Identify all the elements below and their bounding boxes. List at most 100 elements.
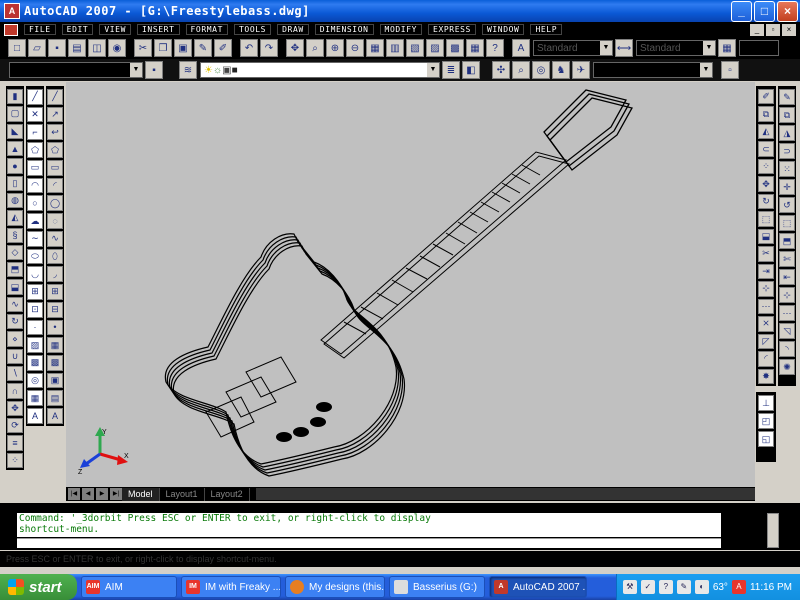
insert-block-icon[interactable]: ⊞: [47, 284, 63, 300]
offset-icon[interactable]: ⊃: [779, 143, 795, 159]
wrench-tray-icon[interactable]: ⚒: [622, 580, 637, 594]
pan-icon[interactable]: ✥: [286, 39, 304, 57]
break-at-point-icon[interactable]: ⊹: [758, 281, 774, 297]
rotate-icon[interactable]: ↻: [758, 193, 774, 210]
3d-array-icon[interactable]: ⁘: [7, 452, 23, 468]
fly-icon[interactable]: ✈: [572, 61, 590, 79]
network-tray-icon[interactable]: ✓: [640, 580, 655, 594]
menu-express[interactable]: Express: [428, 24, 476, 35]
copy-object-icon[interactable]: ⧉: [779, 107, 795, 123]
copy-icon[interactable]: ❐: [154, 39, 172, 57]
menu-modify[interactable]: Modify: [379, 24, 423, 35]
markup-icon[interactable]: ▩: [446, 39, 464, 57]
stretch-icon[interactable]: ⬓: [758, 228, 774, 245]
next-tab-button[interactable]: ▶: [96, 488, 108, 500]
calculator-icon[interactable]: ▦: [466, 39, 484, 57]
task-im-window[interactable]: IM IM with Freaky ...: [181, 576, 281, 598]
zoom-previous-icon[interactable]: ⊖: [346, 39, 364, 57]
donut-icon[interactable]: ◌: [47, 213, 63, 229]
construction-line-icon[interactable]: ✕: [27, 106, 43, 123]
join-icon[interactable]: ⨯: [758, 316, 774, 332]
prev-tab-button[interactable]: ◀: [82, 488, 94, 500]
layer-combo[interactable]: ☀ ☼ ▣ ■ ▼: [200, 62, 440, 78]
ucs-icon[interactable]: ⊥: [758, 395, 774, 411]
command-input[interactable]: [17, 538, 721, 548]
multiline-text-icon[interactable]: A: [27, 408, 43, 424]
wipeout-icon[interactable]: ▤: [47, 390, 63, 407]
hatch-icon[interactable]: ▨: [27, 337, 43, 354]
menu-dimension[interactable]: Dimension: [314, 24, 374, 35]
arc-icon[interactable]: ◜: [47, 177, 63, 194]
break-icon[interactable]: ⋯: [758, 298, 774, 315]
arc-icon[interactable]: ◠: [27, 177, 43, 194]
menu-view[interactable]: View: [99, 24, 132, 35]
publish-icon[interactable]: ◉: [108, 39, 126, 57]
fillet-icon[interactable]: ◝: [779, 341, 795, 357]
task-firefox[interactable]: My designs (this...: [285, 576, 385, 598]
doc-restore-button[interactable]: ▫: [766, 23, 780, 36]
security-tray-icon[interactable]: ✎: [676, 580, 691, 594]
cut-icon[interactable]: ✂: [134, 39, 152, 57]
union-icon[interactable]: ∪: [7, 348, 23, 364]
doc-close-button[interactable]: ×: [782, 23, 796, 36]
menu-draw[interactable]: Draw: [277, 24, 309, 35]
layer-properties-icon[interactable]: ≋: [179, 61, 197, 79]
tab-model[interactable]: Model: [122, 487, 160, 501]
trim-icon[interactable]: ✄: [779, 251, 795, 267]
circle-icon[interactable]: ◯: [47, 195, 63, 212]
last-tab-button[interactable]: ▶|: [110, 488, 122, 500]
view-combo[interactable]: ▼: [593, 62, 713, 78]
3d-move-icon[interactable]: ✥: [7, 400, 23, 416]
pyramid-icon[interactable]: ◭: [7, 210, 23, 226]
spline-icon[interactable]: ∿: [47, 230, 63, 247]
plot-preview-icon[interactable]: ◫: [88, 39, 106, 57]
chamfer-icon[interactable]: ◸: [758, 333, 774, 350]
move-icon[interactable]: ✥: [758, 176, 774, 192]
point-icon[interactable]: ·: [27, 319, 43, 336]
paste-icon[interactable]: ▣: [174, 39, 192, 57]
cone-icon[interactable]: ▲: [7, 140, 23, 157]
ucs-previous-icon[interactable]: ◱: [758, 431, 774, 447]
join-icon[interactable]: ⋯: [779, 305, 795, 321]
boundary-icon[interactable]: ▣: [47, 372, 63, 389]
wedge-icon[interactable]: ◣: [7, 123, 23, 139]
explode-icon[interactable]: ✸: [758, 368, 774, 384]
text-icon[interactable]: A: [47, 408, 63, 424]
menu-insert[interactable]: Insert: [137, 24, 180, 35]
trim-icon[interactable]: ✂: [758, 246, 774, 262]
gradient-icon[interactable]: ▩: [27, 355, 43, 371]
erase-icon[interactable]: ✐: [758, 89, 774, 105]
workspace-settings-icon[interactable]: ▪: [145, 61, 163, 79]
tab-layout1[interactable]: Layout1: [160, 487, 205, 501]
offset-icon[interactable]: ⊂: [758, 141, 774, 157]
undo-icon[interactable]: ↶: [240, 39, 258, 57]
revision-cloud-icon[interactable]: ☁: [27, 213, 43, 229]
hatch-icon[interactable]: ▦: [47, 337, 63, 354]
task-autocad[interactable]: A AutoCAD 2007 ...: [489, 576, 587, 598]
close-button[interactable]: ×: [777, 0, 798, 22]
zoom-icon[interactable]: ⌕: [512, 61, 530, 79]
intersect-icon[interactable]: ∩: [7, 383, 23, 399]
scale-icon[interactable]: ⬚: [758, 211, 774, 227]
ucs-world-icon[interactable]: ◰: [758, 413, 774, 429]
scale-icon[interactable]: ⬚: [779, 215, 795, 231]
move-icon[interactable]: ✛: [779, 179, 795, 195]
extend-icon[interactable]: ⇤: [779, 269, 795, 285]
new-file-icon[interactable]: □: [8, 39, 26, 57]
rectangle-icon[interactable]: ▭: [47, 159, 63, 176]
fillet-icon[interactable]: ◜: [758, 351, 774, 367]
copy-object-icon[interactable]: ⧉: [758, 106, 774, 122]
make-block-icon[interactable]: ⊟: [47, 301, 63, 318]
autocad-app-icon[interactable]: A: [4, 3, 20, 19]
help-tray-icon[interactable]: ?: [658, 580, 673, 594]
array-icon[interactable]: ⁘: [758, 158, 774, 175]
text-style-combo[interactable]: Standard ▼: [533, 40, 613, 56]
box-icon[interactable]: ▢: [7, 106, 23, 122]
sphere-icon[interactable]: ●: [7, 158, 23, 174]
3d-rotate-icon[interactable]: ⟳: [7, 417, 23, 434]
document-icon[interactable]: [4, 23, 18, 36]
planar-surface-icon[interactable]: ◇: [7, 244, 23, 261]
properties-icon[interactable]: ▦: [366, 39, 384, 57]
3d-orbit-icon[interactable]: ✣: [492, 61, 510, 79]
volume-tray-icon[interactable]: ◐: [694, 580, 709, 594]
